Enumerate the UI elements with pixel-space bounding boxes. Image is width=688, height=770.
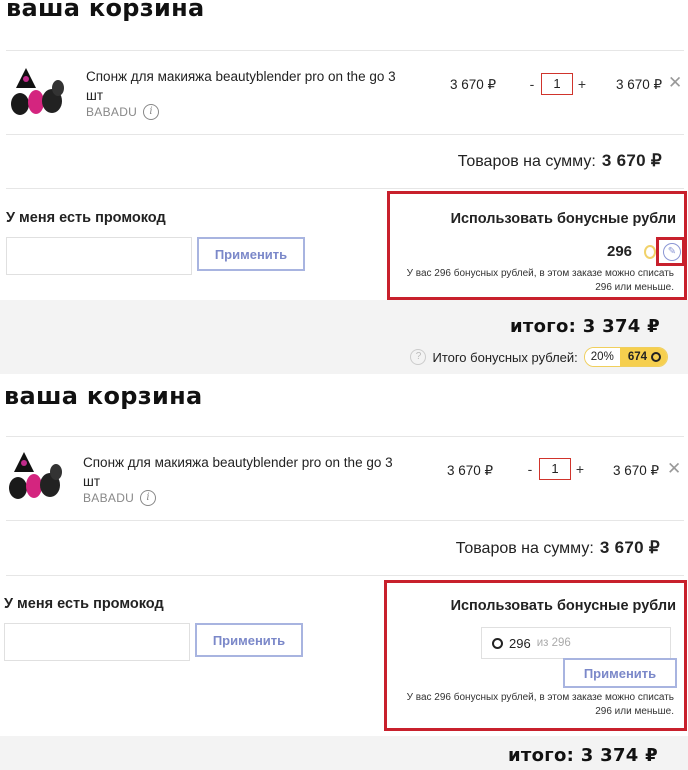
info-icon[interactable]: i xyxy=(140,490,157,506)
bonus-section: Использовать бонусные рубли 296 из 296 П… xyxy=(384,580,687,731)
line-total: 3 670 ₽ xyxy=(613,463,660,478)
qty-increase-button[interactable]: + xyxy=(577,76,587,92)
brand-label: BABADU xyxy=(83,491,135,505)
subtotal-label: Товаров на сумму: xyxy=(455,540,594,557)
bonus-section: Использовать бонусные рубли 296 ✎ У вас … xyxy=(387,191,687,300)
qty-input[interactable]: 1 xyxy=(541,73,573,95)
page-title: ваша корзина xyxy=(4,382,203,410)
order-total: итого: 3 374 ₽ xyxy=(510,316,660,337)
coin-icon xyxy=(644,245,656,259)
page-title: ваша корзина xyxy=(6,0,205,22)
bonus-input-value: 296 xyxy=(509,635,531,651)
subtotal-value: 3 670 ₽ xyxy=(601,151,662,170)
bonus-amount: 296 xyxy=(607,243,633,260)
promo-input[interactable] xyxy=(6,237,192,275)
help-icon[interactable]: ? xyxy=(410,349,427,365)
subtotal-value: 3 670 ₽ xyxy=(599,538,660,557)
cart-panel-1: ваша корзина Спонж для макияжа beautyble… xyxy=(0,0,688,374)
totals-bar: итого: 3 374 ₽ xyxy=(0,736,688,770)
promo-label: У меня есть промокод xyxy=(6,210,166,226)
promo-apply-button[interactable]: Применить xyxy=(195,623,303,657)
product-name[interactable]: Спонж для макияжа beautyblender pro on t… xyxy=(83,453,403,491)
product-name[interactable]: Спонж для макияжа beautyblender pro on t… xyxy=(86,67,406,105)
total-value: 3 374 ₽ xyxy=(582,316,660,337)
total-label: итого: xyxy=(507,745,575,766)
unit-price: 3 670 ₽ xyxy=(450,77,497,92)
info-icon[interactable]: i xyxy=(143,104,160,120)
total-value: 3 374 ₽ xyxy=(580,745,658,766)
bonus-title: Использовать бонусные рубли xyxy=(450,598,676,614)
product-thumbnail[interactable] xyxy=(6,450,68,502)
edit-highlight xyxy=(656,237,685,266)
bonus-ring-icon xyxy=(492,637,503,649)
divider xyxy=(6,50,684,51)
total-label: итого: xyxy=(509,316,577,337)
bonus-total-value-wrap: 674 xyxy=(619,348,667,366)
divider xyxy=(6,575,684,576)
product-thumbnail[interactable] xyxy=(8,66,70,118)
bonus-total-badge: 20% 674 xyxy=(583,347,668,367)
cart-panel-2: ваша корзина Спонж для макияжа beautyble… xyxy=(0,374,688,770)
unit-price: 3 670 ₽ xyxy=(447,463,494,478)
subtotal: Товаров на сумму: 3 670 ₽ xyxy=(458,151,662,171)
bonus-total-label: Итого бонусных рублей: xyxy=(432,349,578,365)
qty-decrease-button[interactable]: - xyxy=(525,461,535,477)
divider xyxy=(6,520,684,521)
bonus-input[interactable]: 296 из 296 xyxy=(481,627,671,659)
promo-label: У меня есть промокод xyxy=(4,596,164,612)
close-icon[interactable]: ✕ xyxy=(668,73,682,93)
qty-increase-button[interactable]: + xyxy=(575,461,585,477)
line-total: 3 670 ₽ xyxy=(616,77,663,92)
bonus-apply-button[interactable]: Применить xyxy=(563,658,677,688)
divider xyxy=(6,134,684,135)
bonus-ring-icon xyxy=(651,352,661,362)
promo-input[interactable] xyxy=(4,623,190,661)
brand-label: BABADU xyxy=(86,105,138,119)
quantity-stepper: - 1 + xyxy=(527,73,587,95)
quantity-stepper: - 1 + xyxy=(525,458,585,480)
order-total: итого: 3 374 ₽ xyxy=(508,745,658,766)
qty-input[interactable]: 1 xyxy=(539,458,571,480)
product-brand: BABADU i xyxy=(86,104,160,120)
bonus-total-value: 674 xyxy=(627,351,647,363)
bonus-total-line: ? Итого бонусных рублей: 20% 674 xyxy=(410,347,668,367)
subtotal-label: Товаров на сумму: xyxy=(457,153,596,170)
promo-apply-button[interactable]: Применить xyxy=(197,237,305,271)
bonus-note: У вас 296 бонусных рублей, в этом заказе… xyxy=(406,268,674,293)
subtotal: Товаров на сумму: 3 670 ₽ xyxy=(456,538,660,558)
totals-bar: итого: 3 374 ₽ ? Итого бонусных рублей: … xyxy=(0,300,688,374)
bonus-percent: 20% xyxy=(584,348,620,366)
bonus-note: У вас 296 бонусных рублей, в этом заказе… xyxy=(406,692,674,717)
divider xyxy=(6,436,684,437)
product-brand: BABADU i xyxy=(83,490,157,506)
divider xyxy=(6,188,684,189)
qty-decrease-button[interactable]: - xyxy=(527,76,537,92)
bonus-input-max: из 296 xyxy=(536,637,571,649)
close-icon[interactable]: ✕ xyxy=(667,459,681,479)
bonus-title: Использовать бонусные рубли xyxy=(450,211,676,227)
